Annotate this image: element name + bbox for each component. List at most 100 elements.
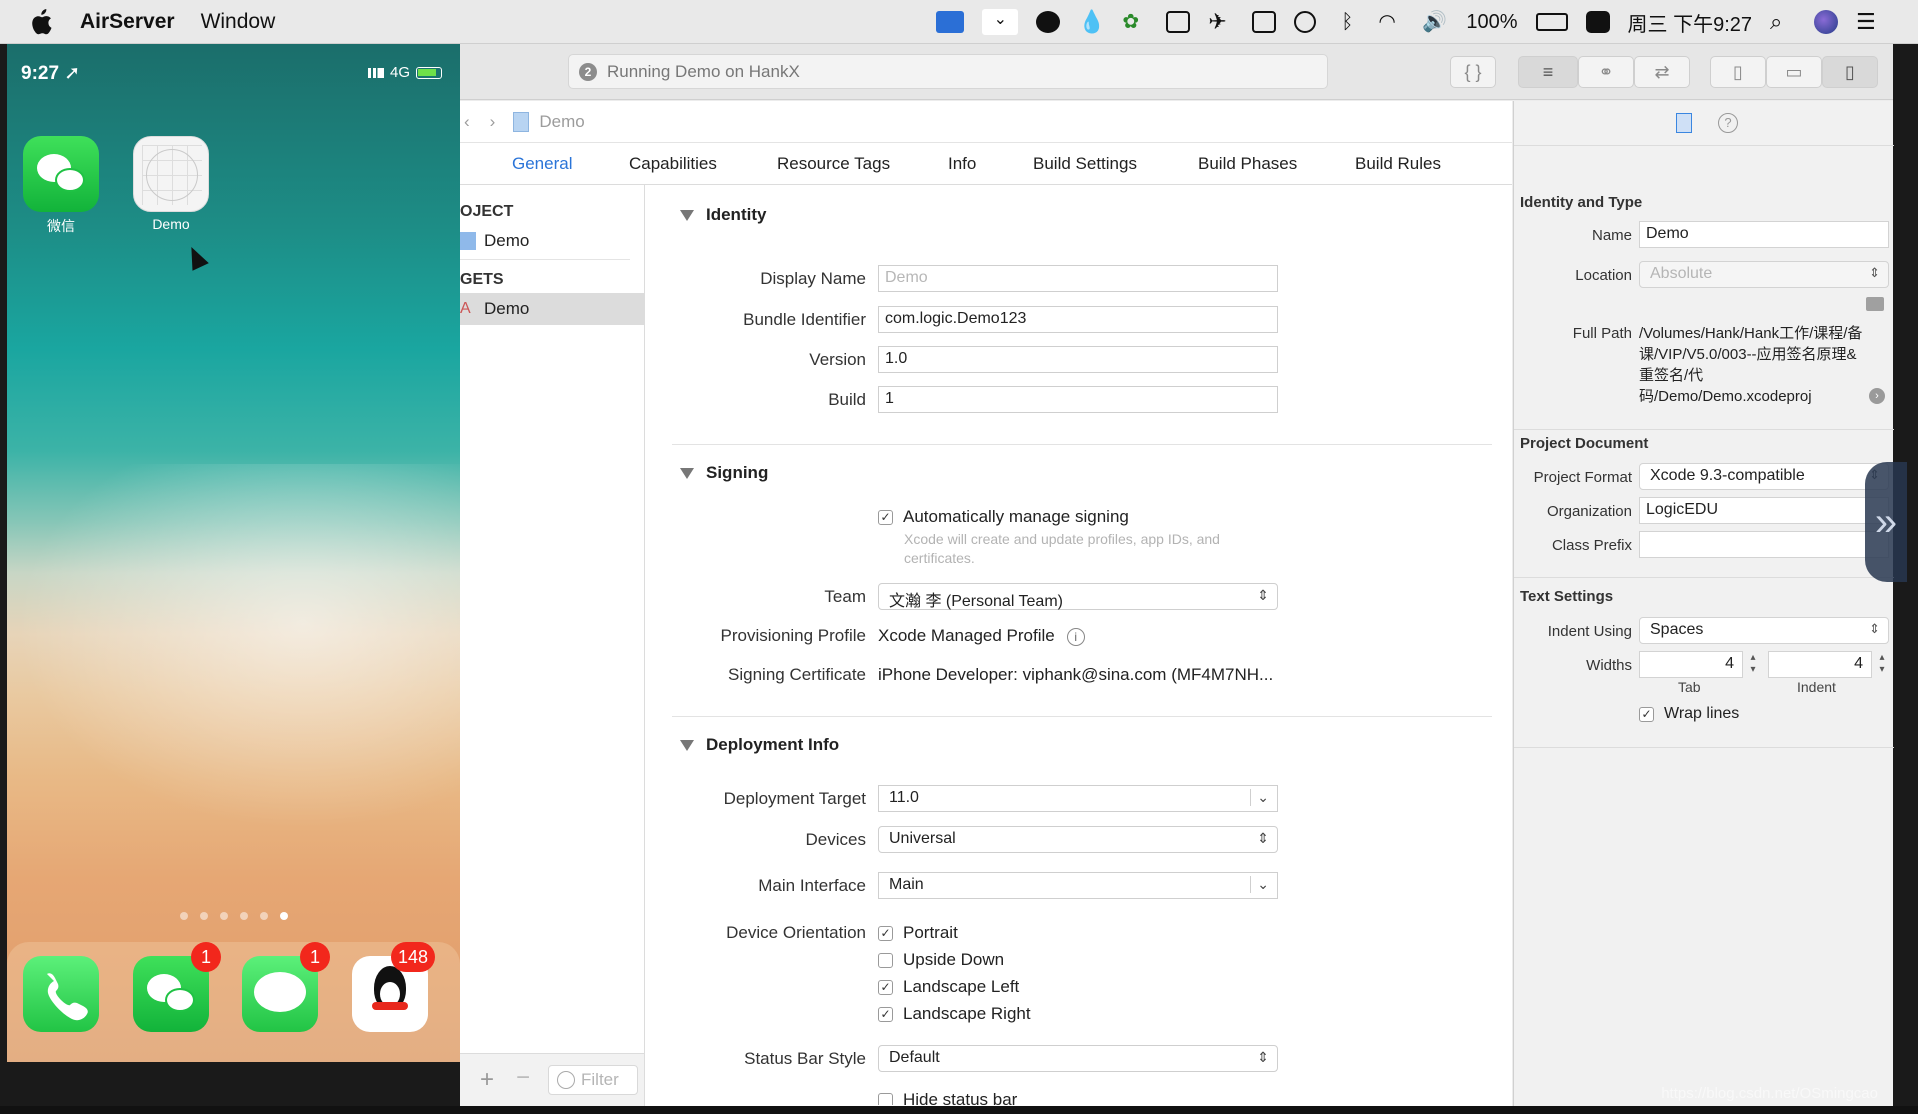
section-deployment-info[interactable]: Deployment Info <box>680 735 839 755</box>
time-machine-icon[interactable] <box>1294 11 1317 33</box>
chevron-down-icon[interactable]: ⌄ <box>1250 876 1269 893</box>
updown-arrows-icon: ⇕ <box>1869 621 1880 636</box>
project-format-popup[interactable]: Xcode 9.3-compatible⇕ <box>1639 463 1889 490</box>
tab-build-settings[interactable]: Build Settings <box>1033 154 1137 174</box>
code-snippet-button[interactable]: { } <box>1450 56 1496 88</box>
file-inspector-icon[interactable] <box>1676 113 1692 133</box>
grid-app-icon[interactable] <box>1166 11 1191 33</box>
debug-area-toggle-button[interactable]: ▭ <box>1766 56 1822 88</box>
chevron-right-icon[interactable]: › <box>490 112 496 132</box>
outline-project-demo[interactable]: Demo <box>460 225 644 257</box>
devices-popup[interactable]: Universal ⇕ <box>878 826 1278 853</box>
reveal-in-finder-icon[interactable]: › <box>1869 388 1885 404</box>
demo-app-icon[interactable] <box>133 136 209 212</box>
chevron-down-icon[interactable]: ⌄ <box>982 9 1019 35</box>
folder-icon[interactable] <box>1866 297 1884 311</box>
network-type: 4G <box>389 64 410 81</box>
chevron-down-icon[interactable]: ⌄ <box>1250 789 1269 806</box>
wifi-icon[interactable]: ◠ <box>1378 9 1404 35</box>
location-popup[interactable]: Absolute ⇕ <box>1639 261 1889 288</box>
auto-signing-checkbox[interactable]: ✓ Automatically manage signing <box>878 507 1129 527</box>
bundle-identifier-field[interactable]: com.logic.Demo123 <box>878 306 1278 333</box>
status-bar-style-popup[interactable]: Default ⇕ <box>878 1045 1278 1072</box>
indent-width-stepper[interactable]: ▴ ▾ <box>1876 652 1888 678</box>
organization-field[interactable]: LogicEDU <box>1639 497 1889 524</box>
navigator-toggle-button[interactable]: ▯ <box>1710 56 1766 88</box>
tab-width-field[interactable]: 4 <box>1639 651 1743 678</box>
notification-center-icon[interactable]: ☰ <box>1856 9 1882 35</box>
chevron-left-icon[interactable]: ‹ <box>464 112 470 132</box>
tab-width-stepper[interactable]: ▴ ▾ <box>1747 652 1759 678</box>
tab-sub-label: Tab <box>1678 679 1701 695</box>
app-menu-airserver[interactable]: AirServer <box>80 10 175 34</box>
section-signing[interactable]: Signing <box>680 463 768 483</box>
full-path-value: /Volumes/Hank/Hank工作/课程/备课/VIP/V5.0/003-… <box>1639 325 1863 405</box>
remove-target-icon[interactable]: − <box>516 1064 530 1092</box>
screen-mirror-icon[interactable] <box>936 11 965 33</box>
checkbox-checked-icon: ✓ <box>878 1006 893 1022</box>
phone-icon[interactable] <box>23 956 99 1032</box>
class-prefix-field[interactable] <box>1639 531 1889 558</box>
menu-clock[interactable]: 周三 下午9:27 <box>1628 8 1752 37</box>
add-target-icon[interactable]: + <box>480 1066 494 1094</box>
activity-viewer[interactable]: 2 Running Demo on HankX <box>568 54 1328 89</box>
battery-percent: 100% <box>1466 10 1518 33</box>
volume-icon[interactable]: 🔊 <box>1422 9 1448 35</box>
main-interface-combo[interactable]: Main ⌄ <box>878 872 1278 899</box>
info-icon[interactable]: i <box>1066 628 1085 646</box>
qq-status-icon[interactable] <box>1036 11 1061 33</box>
build-field[interactable]: 1 <box>878 386 1278 413</box>
drop-icon[interactable]: 💧 <box>1078 9 1105 35</box>
checkbox-checked-icon: ✓ <box>878 509 893 525</box>
wechat-icon[interactable] <box>23 136 99 212</box>
double-chevron-right-icon[interactable]: » <box>1865 462 1907 582</box>
name-field[interactable]: Demo <box>1639 221 1889 248</box>
quick-help-icon[interactable]: ? <box>1718 113 1738 133</box>
orientation-portrait-checkbox[interactable]: ✓ Portrait <box>878 923 958 943</box>
outline-target-demo[interactable]: A Demo <box>460 293 644 325</box>
standard-editor-button[interactable]: ≡ <box>1518 56 1578 88</box>
bluetooth-icon[interactable]: ᛒ <box>1334 9 1360 35</box>
team-popup[interactable]: 文瀚 李 (Personal Team) ⇕ <box>878 583 1278 610</box>
provisioning-profile-label: Provisioning Profile <box>720 626 866 645</box>
indent-width-field[interactable]: 4 <box>1768 651 1872 678</box>
tab-general[interactable]: General <box>512 154 572 174</box>
tab-build-phases[interactable]: Build Phases <box>1198 154 1297 174</box>
leaf-icon[interactable]: ✿ <box>1122 9 1148 35</box>
sogou-input-icon[interactable] <box>1585 11 1610 33</box>
orientation-landscape-right-checkbox[interactable]: ✓ Landscape Right <box>878 1004 1031 1024</box>
mouse-cursor-icon <box>183 243 209 271</box>
assistant-editor-button[interactable]: ⚭ <box>1578 56 1634 88</box>
indent-using-popup[interactable]: Spaces ⇕ <box>1639 617 1889 644</box>
outline-filter-input[interactable]: Filter <box>548 1065 638 1095</box>
hide-status-bar-checkbox[interactable]: Hide status bar <box>878 1090 1017 1105</box>
orientation-landscape-left-checkbox[interactable]: ✓ Landscape Left <box>878 977 1019 997</box>
apple-menu-icon[interactable] <box>30 8 52 35</box>
display-icon[interactable] <box>1252 11 1277 33</box>
display-name-field[interactable]: Demo <box>878 265 1278 292</box>
tab-capabilities[interactable]: Capabilities <box>629 154 717 174</box>
tab-build-rules[interactable]: Build Rules <box>1355 154 1441 174</box>
section-identity[interactable]: Identity <box>680 205 766 225</box>
orientation-upside-down-checkbox[interactable]: Upside Down <box>878 950 1004 970</box>
utilities-toggle-button[interactable]: ▯ <box>1822 56 1878 88</box>
page-indicator[interactable] <box>7 912 460 920</box>
widths-label: Widths <box>1586 657 1632 674</box>
plane-icon[interactable]: ✈ <box>1208 9 1234 35</box>
siri-icon[interactable] <box>1814 10 1838 34</box>
tab-info[interactable]: Info <box>948 154 976 174</box>
checkbox-checked-icon: ✓ <box>1639 706 1654 722</box>
provisioning-profile-value: Xcode Managed Profile i <box>878 626 1085 646</box>
project-icon <box>460 232 476 250</box>
checkbox-unchecked-icon <box>878 952 893 968</box>
version-field[interactable]: 1.0 <box>878 346 1278 373</box>
jumpbar-file[interactable]: Demo <box>539 112 584 132</box>
updown-arrows-icon: ⇕ <box>1257 587 1269 603</box>
deployment-target-combo[interactable]: 11.0 ⌄ <box>878 785 1278 812</box>
wrap-lines-checkbox[interactable]: ✓ Wrap lines <box>1639 705 1739 723</box>
menu-window[interactable]: Window <box>201 10 276 34</box>
tab-resource-tags[interactable]: Resource Tags <box>777 154 890 174</box>
version-editor-button[interactable]: ⇄ <box>1634 56 1690 88</box>
battery-icon[interactable] <box>1535 13 1568 31</box>
spotlight-search-icon[interactable]: ⌕ <box>1770 9 1796 35</box>
